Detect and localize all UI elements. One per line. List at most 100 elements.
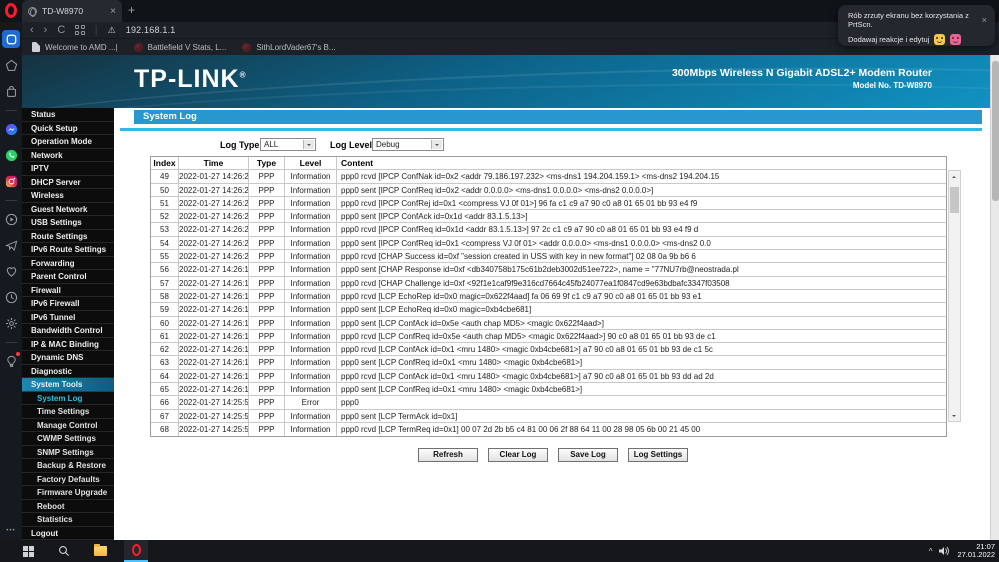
history-icon[interactable] (2, 288, 20, 306)
instagram-icon[interactable] (2, 172, 20, 190)
reload-icon[interactable]: C (57, 23, 65, 37)
shopping-icon[interactable] (2, 82, 20, 100)
taskbar-search-button[interactable] (52, 540, 76, 562)
cell-type: PPP (249, 303, 285, 316)
cell-time: 2022-01-27 14:26:20 (179, 196, 249, 210)
sidebar-item-logout[interactable]: Logout (22, 527, 114, 540)
speaker-icon[interactable] (939, 546, 950, 556)
sidebar-item-dynamic-dns[interactable]: Dynamic DNS (22, 351, 114, 365)
messenger-icon[interactable] (2, 120, 20, 138)
speed-dial-grid-icon[interactable] (75, 25, 85, 35)
notification-close-icon[interactable]: × (982, 15, 987, 25)
sidebar-item-wireless[interactable]: Wireless (22, 189, 114, 203)
cell-type: PPP (249, 250, 285, 263)
speed-dial-icon[interactable] (2, 30, 20, 48)
log-table-scrollbar[interactable] (948, 170, 961, 422)
sidebar-item-manage-control[interactable]: Manage Control (22, 419, 114, 432)
browser-scrollbar[interactable] (990, 55, 999, 540)
cell-type: PPP (249, 369, 285, 383)
sidebar-item-statistics[interactable]: Statistics (22, 513, 114, 527)
telegram-icon[interactable] (2, 236, 20, 254)
cell-level: Information (285, 170, 337, 183)
tab-close-icon[interactable]: × (110, 6, 116, 17)
heart-icon[interactable] (2, 262, 20, 280)
sidebar-item-parent-control[interactable]: Parent Control (22, 270, 114, 284)
sidebar-item-bandwidth-control[interactable]: Bandwidth Control (22, 324, 114, 338)
cell-index: 62 (151, 343, 179, 356)
smiley-emoji-icon[interactable] (934, 34, 946, 45)
rail-separator (5, 342, 17, 343)
start-button[interactable] (16, 540, 40, 562)
sidebar-item-ipv6-firewall[interactable]: IPv6 Firewall (22, 297, 114, 311)
tray-chevron-up-icon[interactable]: ^ (929, 547, 933, 556)
cell-level: Information (285, 343, 337, 356)
refresh-button[interactable]: Refresh (418, 448, 478, 462)
sidebar-item-ipv6-route-settings[interactable]: IPv6 Route Settings (22, 243, 114, 257)
scroll-down-icon[interactable] (949, 410, 960, 421)
sidebar-item-reboot[interactable]: Reboot (22, 500, 114, 513)
scroll-up-icon[interactable] (949, 171, 960, 182)
log-level-select[interactable]: Debug (372, 138, 444, 151)
back-icon[interactable]: ‹ (30, 23, 34, 37)
sidebar-item-factory-defaults[interactable]: Factory Defaults (22, 473, 114, 486)
settings-icon[interactable] (2, 314, 20, 332)
sidebar-item-firewall[interactable]: Firewall (22, 284, 114, 297)
workspaces-icon[interactable] (2, 56, 20, 74)
sidebar-item-guest-network[interactable]: Guest Network (22, 203, 114, 216)
sidebar-item-backup-restore[interactable]: Backup & Restore (22, 459, 114, 473)
sidebar-item-network[interactable]: Network (22, 149, 114, 162)
sidebar-item-ip-mac-binding[interactable]: IP & MAC Binding (22, 338, 114, 351)
sidebar-item-forwarding[interactable]: Forwarding (22, 257, 114, 270)
sidebar-item-snmp-settings[interactable]: SNMP Settings (22, 446, 114, 459)
opera-logo-icon[interactable] (5, 3, 17, 18)
log-settings-button[interactable]: Log Settings (628, 448, 688, 462)
log-row: 65 2022-01-27 14:26:15 PPP Information ppp0 … (151, 383, 946, 397)
address-bar-url[interactable]: 192.168.1.1 (126, 25, 176, 35)
file-explorer-button[interactable] (88, 540, 112, 562)
cell-content: ppp0 rcvd [LCP ConfReq id=0x5e <auth cha… (341, 331, 716, 341)
sidebar-item-route-settings[interactable]: Route Settings (22, 230, 114, 243)
new-tab-button[interactable]: + (128, 3, 135, 17)
table-header-row: Index Time Type Level Content (151, 157, 946, 171)
clear-log-button[interactable]: Clear Log (488, 448, 548, 462)
sidebar-item-status[interactable]: Status (22, 108, 114, 122)
browser-tab[interactable]: TD-W8970 × (22, 0, 122, 22)
pinboard-icon[interactable] (2, 352, 20, 370)
forward-icon[interactable]: › (44, 23, 48, 37)
devil-emoji-icon[interactable] (950, 34, 962, 45)
taskbar-clock[interactable]: 21:07 27.01.2022 (957, 542, 995, 560)
sidebar-item-diagnostic[interactable]: Diagnostic (22, 365, 114, 378)
sidebar-item-cwmp-settings[interactable]: CWMP Settings (22, 432, 114, 446)
taskbar-opera-button[interactable] (124, 540, 148, 562)
bookmark-item[interactable]: Welcome to AMD ...| (32, 42, 118, 52)
site-icon (133, 42, 143, 52)
sidebar-item-dhcp-server[interactable]: DHCP Server (22, 176, 114, 189)
sidebar-item-quick-setup[interactable]: Quick Setup (22, 122, 114, 135)
player-icon[interactable] (2, 210, 20, 228)
log-row: 51 2022-01-27 14:26:20 PPP Information ppp0 … (151, 196, 946, 211)
sidebar-item-usb-settings[interactable]: USB Settings (22, 216, 114, 230)
bookmark-item[interactable]: Battlefield V Stats, L... (133, 42, 226, 52)
chevron-down-icon[interactable] (303, 140, 314, 149)
sidebar-item-ipv6-tunnel[interactable]: IPv6 Tunnel (22, 311, 114, 324)
cell-index: 54 (151, 236, 179, 250)
browser-scrollbar-thumb[interactable] (992, 61, 999, 201)
sidebar-item-system-log[interactable]: System Log (22, 392, 114, 405)
sidebar-item-time-settings[interactable]: Time Settings (22, 405, 114, 419)
sidebar-item-firmware-upgrade[interactable]: Firmware Upgrade (22, 486, 114, 500)
cell-time: 2022-01-27 14:26:15 (179, 383, 249, 396)
cell-index: 67 (151, 409, 179, 422)
log-row: 61 2022-01-27 14:26:19 PPP Information ppp0 … (151, 329, 946, 344)
log-type-select[interactable]: ALL (260, 138, 316, 151)
sidebar-more-icon[interactable]: ••• (0, 528, 22, 534)
chevron-down-icon[interactable] (431, 140, 442, 149)
not-secure-warning-icon[interactable]: ⚠ (108, 25, 116, 36)
scrollbar-thumb[interactable] (950, 187, 959, 213)
sidebar-item-iptv[interactable]: IPTV (22, 162, 114, 176)
sidebar-item-operation-mode[interactable]: Operation Mode (22, 135, 114, 149)
bookmark-item[interactable]: SithLordVader67's B... (242, 42, 336, 52)
cell-level: Information (285, 329, 337, 343)
whatsapp-icon[interactable] (2, 146, 20, 164)
sidebar-item-system-tools[interactable]: System Tools (22, 378, 114, 392)
save-log-button[interactable]: Save Log (558, 448, 618, 462)
